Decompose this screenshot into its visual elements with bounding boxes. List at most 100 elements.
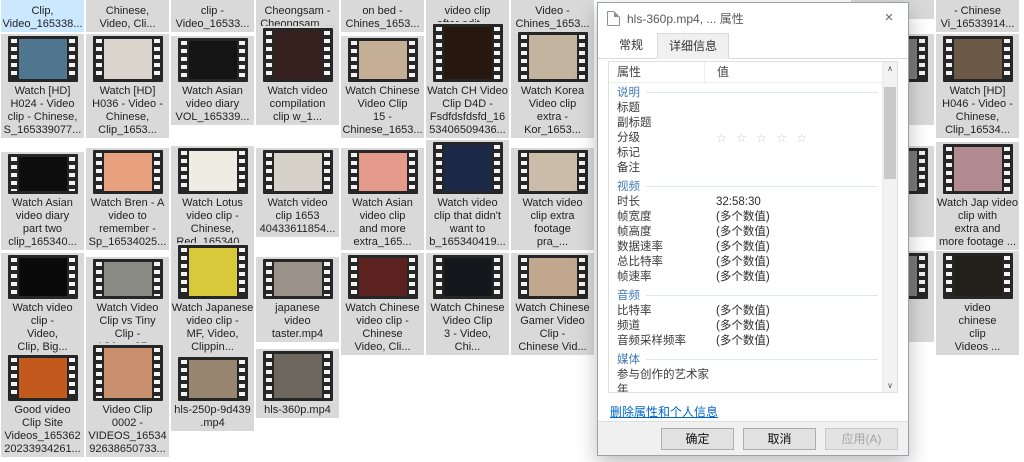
video-thumbnail[interactable] bbox=[348, 255, 418, 299]
grid-item[interactable]: Watch Asian video diary part two clip_16… bbox=[1, 152, 84, 250]
dialog-titlebar[interactable]: hls-360p.mp4, ... 属性 × bbox=[598, 3, 908, 33]
grid-item[interactable]: - Chinese Vi_16533914... bbox=[936, 0, 1019, 32]
video-thumbnail[interactable] bbox=[93, 36, 163, 82]
cancel-button[interactable]: 取消 bbox=[743, 428, 816, 450]
grid-item[interactable]: Watch Japanese video clip - MF, Video, C… bbox=[171, 243, 254, 355]
scroll-down-icon[interactable]: ∨ bbox=[887, 379, 893, 392]
grid-item[interactable]: video chinese clip Videos ... bbox=[936, 251, 1019, 355]
property-row[interactable]: 副标题 bbox=[609, 116, 882, 131]
video-thumbnail[interactable] bbox=[93, 259, 163, 299]
scroll-up-icon[interactable]: ∧ bbox=[887, 62, 893, 75]
grid-item[interactable]: Watch Asian video clip and more extra_16… bbox=[341, 148, 424, 250]
grid-item[interactable]: Watch [HD] H046 - Video - Chinese, Clip_… bbox=[936, 34, 1019, 138]
scrollbar-track[interactable] bbox=[883, 75, 897, 379]
grid-item[interactable]: Video - Chines_1653... bbox=[511, 0, 594, 32]
property-value bbox=[704, 101, 882, 116]
video-thumbnail[interactable] bbox=[8, 154, 78, 194]
file-icon bbox=[607, 11, 620, 26]
grid-item[interactable]: clip - Video_16533... bbox=[171, 0, 254, 32]
grid-item[interactable]: hls-250p-9d439 .mp4 bbox=[171, 355, 254, 431]
property-row[interactable]: 帧速率(多个数值) bbox=[609, 270, 882, 285]
video-thumbnail[interactable] bbox=[263, 28, 333, 82]
property-row[interactable]: 时长32:58:30 bbox=[609, 195, 882, 210]
grid-item[interactable]: Watch Jap video clip with extra and more… bbox=[936, 142, 1019, 250]
video-thumbnail[interactable] bbox=[93, 345, 163, 401]
grid-item[interactable]: Watch Video Clip vs Tiny Clip - Video, C… bbox=[86, 257, 169, 355]
video-thumbnail[interactable] bbox=[178, 38, 248, 82]
video-thumbnail[interactable] bbox=[348, 38, 418, 82]
ok-button[interactable]: 确定 bbox=[661, 428, 734, 450]
grid-item[interactable]: Clip, Video_165338... bbox=[1, 0, 84, 32]
video-thumbnail[interactable] bbox=[178, 245, 248, 299]
property-row[interactable]: 频道(多个数值) bbox=[609, 319, 882, 334]
scrollbar-thumb[interactable] bbox=[884, 87, 896, 179]
grid-item[interactable]: Watch video clip that didn't want to b_1… bbox=[426, 140, 509, 250]
grid-item[interactable]: Video Clip 0002 - VIDEOS_16534 926386507… bbox=[86, 343, 169, 457]
video-thumbnail[interactable] bbox=[263, 150, 333, 194]
video-thumbnail[interactable] bbox=[943, 253, 1013, 299]
video-thumbnail[interactable] bbox=[8, 36, 78, 82]
video-label: Watch [HD] H024 - Video clip - Chinese, … bbox=[1, 85, 84, 137]
grid-item[interactable]: japanese video taster.mp4 bbox=[256, 257, 339, 342]
grid-item[interactable]: Watch Korea Video clip extra - Kor_1653.… bbox=[511, 30, 594, 138]
property-row[interactable]: 比特率(多个数值) bbox=[609, 304, 882, 319]
video-thumbnail[interactable] bbox=[433, 142, 503, 194]
property-row[interactable]: 总比特率(多个数值) bbox=[609, 255, 882, 270]
property-row[interactable]: 年 bbox=[609, 383, 882, 392]
close-icon[interactable]: × bbox=[876, 4, 902, 32]
video-label: hls-250p-9d439 .mp4 bbox=[171, 404, 254, 430]
grid-item[interactable]: Chinese, Video, Cli... bbox=[86, 0, 169, 32]
grid-item[interactable]: Watch Chinese Video Clip 3 - Video, Chi.… bbox=[426, 253, 509, 355]
grid-item[interactable]: Watch Lotus video clip - Chinese, Red_16… bbox=[171, 146, 254, 250]
grid-item[interactable]: Watch video clip - Video, Clip, Big... bbox=[1, 253, 84, 355]
property-row[interactable]: 标记 bbox=[609, 146, 882, 161]
property-row[interactable]: 参与创作的艺术家 bbox=[609, 368, 882, 383]
grid-item[interactable]: Watch [HD] H024 - Video clip - Chinese, … bbox=[1, 34, 84, 138]
grid-item[interactable]: on bed - Chines_1653... bbox=[341, 0, 424, 32]
video-thumbnail[interactable] bbox=[433, 24, 503, 82]
property-row[interactable]: 备注 bbox=[609, 161, 882, 176]
video-label: clip - Video_16533... bbox=[171, 5, 254, 31]
property-row[interactable]: 帧高度(多个数值) bbox=[609, 225, 882, 240]
property-row[interactable]: 音频采样频率(多个数值) bbox=[609, 334, 882, 349]
scrollbar[interactable]: ∧ ∨ bbox=[882, 62, 897, 392]
video-thumbnail[interactable] bbox=[433, 255, 503, 299]
properties-dialog: hls-360p.mp4, ... 属性 × 常规 详细信息 属性 值 说明标题… bbox=[597, 2, 909, 456]
grid-item[interactable]: Good video Clip Site Videos_165362 20233… bbox=[1, 353, 84, 457]
video-thumbnail[interactable] bbox=[518, 150, 588, 194]
grid-item[interactable]: Watch [HD] H036 - Video - Chinese, Clip_… bbox=[86, 34, 169, 138]
video-label: Watch CH Video Clip D4D - Fsdfdsfdsfd_16… bbox=[426, 85, 509, 137]
video-thumbnail[interactable] bbox=[943, 144, 1013, 194]
property-row[interactable]: 帧宽度(多个数值) bbox=[609, 210, 882, 225]
grid-item[interactable]: Watch Asian video diary VOL_165339... bbox=[171, 36, 254, 125]
property-row[interactable]: 数据速率(多个数值) bbox=[609, 240, 882, 255]
grid-item[interactable]: Watch CH Video Clip D4D - Fsdfdsfdsfd_16… bbox=[426, 22, 509, 138]
grid-item[interactable]: Watch video clip extra footage pra_... bbox=[511, 148, 594, 250]
video-thumbnail[interactable] bbox=[93, 150, 163, 194]
video-thumbnail[interactable] bbox=[263, 259, 333, 299]
tab-details[interactable]: 详细信息 bbox=[657, 33, 729, 59]
video-thumbnail[interactable] bbox=[263, 351, 333, 401]
apply-button[interactable]: 应用(A) bbox=[825, 428, 898, 450]
grid-item[interactable]: Watch video clip 1653 40433611854... bbox=[256, 148, 339, 237]
grid-item[interactable]: Watch Chinese Gamer Video Clip - Chinese… bbox=[511, 253, 594, 355]
video-thumbnail[interactable] bbox=[943, 36, 1013, 82]
video-thumbnail[interactable] bbox=[348, 150, 418, 194]
video-thumbnail[interactable] bbox=[518, 32, 588, 82]
video-thumbnail[interactable] bbox=[8, 255, 78, 299]
tab-general[interactable]: 常规 bbox=[607, 32, 655, 58]
property-row[interactable]: 分级☆ ☆ ☆ ☆ ☆ bbox=[609, 131, 882, 146]
video-thumbnail[interactable] bbox=[8, 355, 78, 401]
grid-item[interactable]: Watch Bren - A video to remember - Sp_16… bbox=[86, 148, 169, 250]
video-thumbnail[interactable] bbox=[178, 357, 248, 401]
grid-item[interactable]: Watch Chinese video clip - Chinese Video… bbox=[341, 253, 424, 355]
grid-item[interactable]: Watch video compilation clip w_1... bbox=[256, 26, 339, 125]
grid-item[interactable]: Watch Chinese Video Clip 15 - Chinese_16… bbox=[341, 36, 424, 138]
grid-item[interactable]: hls-360p.mp4 bbox=[256, 349, 339, 418]
property-row[interactable]: 标题 bbox=[609, 101, 882, 116]
video-thumbnail[interactable] bbox=[518, 255, 588, 299]
video-thumbnail[interactable] bbox=[178, 148, 248, 194]
remove-properties-link[interactable]: 删除属性和个人信息 bbox=[610, 403, 718, 420]
properties-rows: 说明标题副标题分级☆ ☆ ☆ ☆ ☆标记备注视频时长32:58:30帧宽度(多个… bbox=[609, 82, 882, 392]
rating-stars[interactable]: ☆ ☆ ☆ ☆ ☆ bbox=[704, 131, 882, 146]
